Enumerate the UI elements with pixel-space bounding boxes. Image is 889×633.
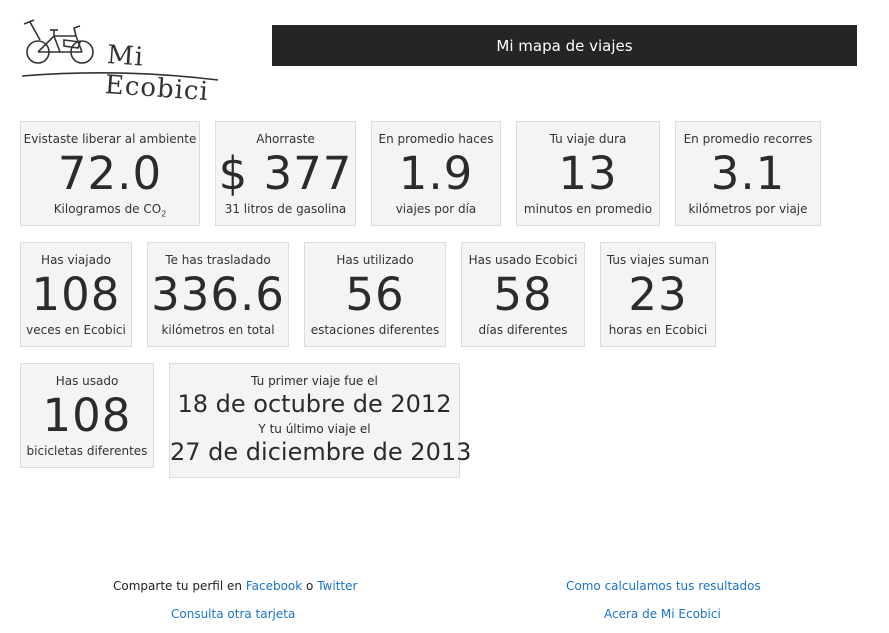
stat-label: Has viajado (41, 253, 111, 267)
trip-dates-card: Tu primer viaje fue el 18 de octubre de … (169, 363, 472, 478)
stat-card-trip-duration: Tu viaje dura 13 minutos en promedio (516, 121, 660, 226)
stat-caption: Kilogramos de CO2 (53, 202, 167, 219)
stat-label: Evistaste liberar al ambiente (23, 132, 197, 146)
stat-card-hours: Tus viajes suman 23 horas en Ecobici (600, 242, 716, 347)
stat-card-bikes: Has usado 108 bicicletas diferentes (20, 363, 154, 468)
logo-text: Mi Ecobici (103, 40, 210, 108)
my-trips-map-label: Mi mapa de viajes (496, 36, 633, 55)
stat-card-savings: Ahorraste $ 377 31 litros de gasolina (215, 121, 356, 226)
stat-value: $ 377 (218, 147, 353, 200)
first-trip-label: Tu primer viaje fue el (251, 374, 378, 388)
stat-caption: kilómetros en total (161, 323, 275, 337)
stat-value: 58 (493, 268, 553, 321)
stat-value: 13 (558, 147, 618, 200)
stat-caption: kilómetros por viaje (688, 202, 808, 216)
stat-label: Has usado (55, 374, 119, 388)
share-prefix: Comparte tu perfil en (113, 579, 242, 593)
stat-card-days: Has usado Ecobici 58 días diferentes (461, 242, 585, 347)
stat-label: Te has trasladado (165, 253, 271, 267)
page: Mi Ecobici Mi mapa de viajes Evistaste l… (0, 0, 889, 633)
last-trip-label: Y tu último viaje el (258, 422, 371, 436)
stat-value: 72.0 (57, 147, 163, 200)
stat-card-co2: Evistaste liberar al ambiente 72.0 Kilog… (20, 121, 200, 226)
stat-card-distance: Te has trasladado 336.6 kilómetros en to… (147, 242, 289, 347)
stat-caption: días diferentes (478, 323, 568, 337)
stat-caption: horas en Ecobici (608, 323, 708, 337)
stat-card-stations: Has utilizado 56 estaciones diferentes (304, 242, 446, 347)
how-calculated-link[interactable]: Como calculamos tus resultados (566, 579, 761, 593)
stat-card-avg-distance: En promedio recorres 3.1 kilómetros por … (675, 121, 821, 226)
my-trips-map-button[interactable]: Mi mapa de viajes (272, 25, 857, 66)
stat-value: 108 (42, 389, 132, 442)
stat-caption: viajes por día (395, 202, 477, 216)
stat-label: Has utilizado (336, 253, 414, 267)
stat-caption: minutos en promedio (523, 202, 653, 216)
stat-value: 108 (31, 268, 121, 321)
stat-label: Tus viajes suman (606, 253, 710, 267)
stat-caption: estaciones diferentes (310, 323, 440, 337)
stat-label: En promedio haces (378, 132, 494, 146)
stat-label: En promedio recorres (683, 132, 813, 146)
twitter-link[interactable]: Twitter (317, 579, 357, 593)
share-profile: Comparte tu perfil en Facebook o Twitter (113, 579, 357, 593)
stat-label: Has usado Ecobici (468, 253, 578, 267)
stat-value: 23 (628, 268, 688, 321)
stat-caption: 31 litros de gasolina (224, 202, 347, 216)
stat-caption: veces en Ecobici (26, 323, 126, 337)
stat-value: 1.9 (398, 147, 474, 200)
or-text: o (306, 579, 314, 593)
stat-value: 336.6 (151, 268, 285, 321)
last-trip-date: 27 de diciembre de 2013 (170, 438, 472, 466)
stat-label: Tu viaje dura (549, 132, 627, 146)
about-link[interactable]: Acera de Mi Ecobici (604, 607, 721, 621)
other-card-link[interactable]: Consulta otra tarjeta (171, 607, 295, 621)
stat-value: 3.1 (710, 147, 786, 200)
facebook-link[interactable]: Facebook (246, 579, 302, 593)
stat-value: 56 (345, 268, 405, 321)
stat-label: Ahorraste (256, 132, 315, 146)
logo[interactable]: Mi Ecobici (20, 14, 220, 107)
stat-caption: bicicletas diferentes (26, 444, 148, 458)
first-trip-date: 18 de octubre de 2012 (177, 390, 452, 418)
stat-card-trips-per-day: En promedio haces 1.9 viajes por día (371, 121, 501, 226)
stat-card-trips: Has viajado 108 veces en Ecobici (20, 242, 132, 347)
